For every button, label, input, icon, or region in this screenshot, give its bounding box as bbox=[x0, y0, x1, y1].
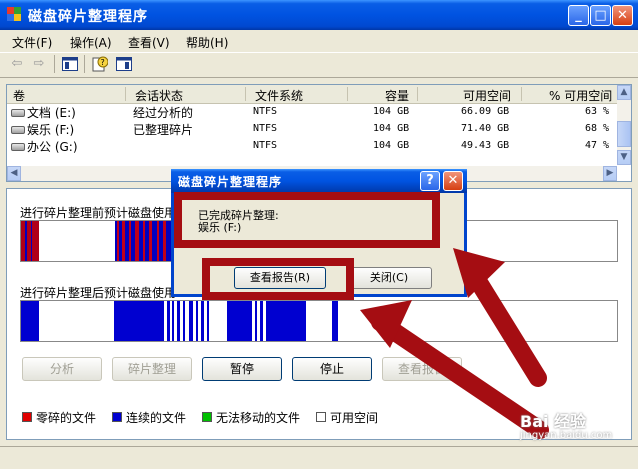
watermark-url: jingyan.baidu.com bbox=[520, 430, 613, 441]
annotation-arrows bbox=[360, 248, 549, 439]
watermark-logo: Bai 经验 bbox=[520, 412, 587, 431]
